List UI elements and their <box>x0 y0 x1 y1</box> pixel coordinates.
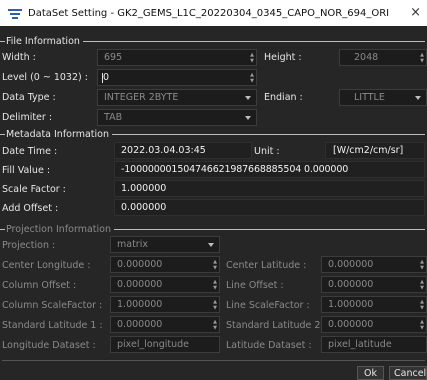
fill-value: -100000001504746621987668885504 0.000000 <box>121 164 349 175</box>
level-spinbox[interactable]: 0 ▲ ▼ <box>97 69 257 86</box>
center-longitude-spin-arrows-icon[interactable]: ▲ ▼ <box>212 259 218 271</box>
standard-latitude-2-value: 0.000000 <box>328 319 374 330</box>
fill-value-field[interactable]: -100000001504746621987668885504 0.000000 <box>114 161 425 178</box>
line-offset-value: 0.000000 <box>328 279 374 290</box>
endian-combobox[interactable]: LITTLE <box>339 89 427 106</box>
line-scale-factor-spin-arrows-icon[interactable]: ▲ ▼ <box>419 299 425 311</box>
window-app-icon <box>8 8 22 19</box>
standard-latitude-1-spin-arrows-icon[interactable]: ▲ ▼ <box>212 319 218 331</box>
height-value: 2048 <box>354 52 379 63</box>
window-title: DataSet Setting - GK2_GEMS_L1C_20220304_… <box>28 7 390 19</box>
metadata-information-group-header: Metadata Information <box>0 128 427 140</box>
width-label: Width : <box>2 52 36 63</box>
data-type-label: Data Type : <box>2 92 56 103</box>
button-separator <box>2 360 425 361</box>
date-time-field[interactable]: 2022.03.04.03:45 <box>114 142 252 159</box>
ok-button[interactable]: Ok <box>357 366 384 380</box>
add-offset-label: Add Offset : <box>2 203 59 214</box>
delimiter-combobox[interactable]: TAB <box>97 109 257 126</box>
unit-label: Unit : <box>254 146 280 157</box>
longitude-dataset-label: Longitude Dataset : <box>2 340 96 351</box>
dialog-body: File Information Width : 695 ▲ ▼ Height :… <box>0 26 427 380</box>
standard-latitude-2-label: Standard Latitude 2 : <box>226 320 327 331</box>
latitude-dataset-field[interactable]: pixel_latitude <box>321 336 427 353</box>
line-offset-label: Line Offset : <box>226 280 284 291</box>
center-longitude-value: 0.000000 <box>117 259 163 270</box>
add-offset-field[interactable]: 0.000000 <box>114 199 425 216</box>
line-scale-factor-value: 1.000000 <box>328 299 374 310</box>
column-offset-spinbox[interactable]: 0.000000 ▲ ▼ <box>110 276 220 293</box>
unit-field[interactable]: [W/cm2/cm/sr] <box>325 142 425 159</box>
metadata-information-title: Metadata Information <box>6 128 109 140</box>
scale-factor-value: 1.000000 <box>121 183 167 194</box>
projection-information-title: Projection Information <box>6 223 111 235</box>
projection-information-group-header: Projection Information <box>0 223 427 235</box>
endian-value: LITTLE <box>354 92 385 103</box>
height-spin-arrows-icon[interactable]: ▲ ▼ <box>419 52 425 64</box>
date-time-label: Date Time : <box>2 146 58 157</box>
standard-latitude-1-spinbox[interactable]: 0.000000 ▲ ▼ <box>110 316 220 333</box>
height-label: Height : <box>264 52 302 63</box>
column-scale-factor-value: 1.000000 <box>117 299 163 310</box>
center-longitude-spinbox[interactable]: 0.000000 ▲ ▼ <box>110 256 220 273</box>
column-offset-value: 0.000000 <box>117 279 163 290</box>
center-latitude-spin-arrows-icon[interactable]: ▲ ▼ <box>419 259 425 271</box>
column-scale-factor-spin-arrows-icon[interactable]: ▲ ▼ <box>212 299 218 311</box>
column-scale-factor-spinbox[interactable]: 1.000000 ▲ ▼ <box>110 296 220 313</box>
add-offset-value: 0.000000 <box>121 202 167 213</box>
data-type-dropdown-arrow-icon[interactable] <box>245 95 251 100</box>
longitude-dataset-field[interactable]: pixel_longitude <box>110 336 220 353</box>
level-label: Level (0 ~ 1032) : <box>2 72 88 83</box>
line-offset-spin-arrows-icon[interactable]: ▲ ▼ <box>419 279 425 291</box>
data-type-combobox[interactable]: INTEGER 2BYTE <box>97 89 257 106</box>
projection-label: Projection : <box>2 240 56 251</box>
date-time-value: 2022.03.04.03:45 <box>121 145 206 156</box>
file-information-group-header: File Information <box>0 35 427 47</box>
center-latitude-label: Center Latitude : <box>226 260 307 271</box>
projection-value: matrix <box>117 239 148 250</box>
column-offset-spin-arrows-icon[interactable]: ▲ ▼ <box>212 279 218 291</box>
latitude-dataset-label: Latitude Dataset : <box>226 340 312 351</box>
standard-latitude-1-label: Standard Latitude 1 : <box>2 320 103 331</box>
delimiter-dropdown-arrow-icon[interactable] <box>245 115 251 120</box>
unit-value: [W/cm2/cm/sr] <box>333 145 404 156</box>
column-offset-label: Column Offset : <box>2 280 77 291</box>
standard-latitude-2-spinbox[interactable]: 0.000000 ▲ ▼ <box>321 316 427 333</box>
data-type-value: INTEGER 2BYTE <box>104 92 179 103</box>
delimiter-label: Delimiter : <box>2 112 53 123</box>
width-spin-arrows-icon[interactable]: ▲ ▼ <box>249 52 255 64</box>
width-value: 695 <box>104 52 123 63</box>
fill-value-label: Fill Value : <box>2 165 51 176</box>
level-spin-arrows-icon[interactable]: ▲ ▼ <box>249 72 255 84</box>
longitude-dataset-value: pixel_longitude <box>117 339 189 350</box>
cancel-button[interactable]: Cancel <box>389 366 427 380</box>
file-information-title: File Information <box>6 35 80 47</box>
line-scale-factor-spinbox[interactable]: 1.000000 ▲ ▼ <box>321 296 427 313</box>
endian-dropdown-arrow-icon[interactable] <box>415 95 421 100</box>
center-latitude-spinbox[interactable]: 0.000000 ▲ ▼ <box>321 256 427 273</box>
standard-latitude-1-value: 0.000000 <box>117 319 163 330</box>
close-icon[interactable]: × <box>410 5 421 20</box>
width-spinbox[interactable]: 695 ▲ ▼ <box>97 49 257 66</box>
center-longitude-label: Center Longitude : <box>2 260 91 271</box>
delimiter-value: TAB <box>104 112 123 123</box>
column-scale-factor-label: Column ScaleFactor : <box>2 300 103 311</box>
center-latitude-value: 0.000000 <box>328 259 374 270</box>
line-scale-factor-label: Line ScaleFactor : <box>226 300 310 311</box>
endian-label: Endian : <box>264 92 303 103</box>
scale-factor-label: Scale Factor : <box>2 184 66 195</box>
standard-latitude-2-spin-arrows-icon[interactable]: ▲ ▼ <box>419 319 425 331</box>
title-bar: DataSet Setting - GK2_GEMS_L1C_20220304_… <box>0 0 427 26</box>
projection-combobox[interactable]: matrix <box>110 236 220 253</box>
line-offset-spinbox[interactable]: 0.000000 ▲ ▼ <box>321 276 427 293</box>
height-spinbox[interactable]: 2048 ▲ ▼ <box>339 49 427 66</box>
projection-dropdown-arrow-icon[interactable] <box>208 242 214 247</box>
latitude-dataset-value: pixel_latitude <box>328 339 392 350</box>
level-value: 0 <box>103 72 110 83</box>
scale-factor-field[interactable]: 1.000000 <box>114 180 425 197</box>
